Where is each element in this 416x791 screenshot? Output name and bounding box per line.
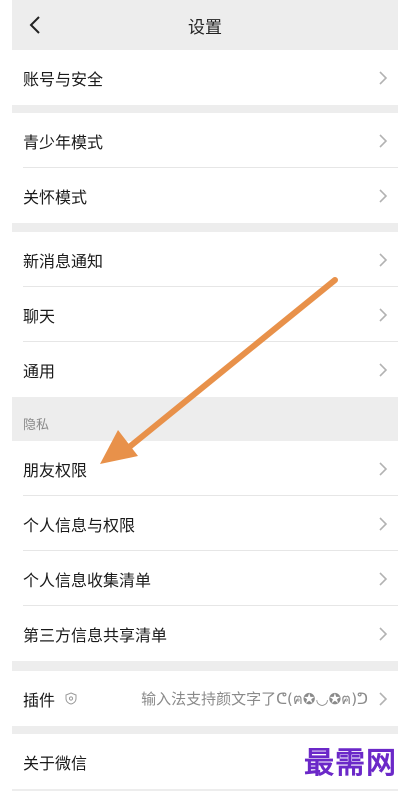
row-personal-info-permissions[interactable]: 个人信息与权限 bbox=[12, 496, 398, 551]
row-label: 第三方信息共享清单 bbox=[23, 625, 168, 645]
row-label: 新消息通知 bbox=[23, 251, 104, 271]
group-account: 账号与安全 bbox=[12, 50, 398, 105]
row-teen-mode[interactable]: 青少年模式 bbox=[12, 113, 398, 168]
chevron-right-icon bbox=[379, 571, 388, 586]
chevron-right-icon bbox=[379, 626, 388, 641]
chevron-right-icon bbox=[379, 252, 388, 267]
row-label: 聊天 bbox=[23, 306, 56, 326]
group-plugins: 插件 输入法支持颜文字了ᕦ(ฅ✪◡✪ฅ)ᕤ bbox=[12, 671, 398, 726]
row-label: 关怀模式 bbox=[23, 187, 88, 207]
row-account-security[interactable]: 账号与安全 bbox=[12, 50, 398, 105]
row-label: 关于微信 bbox=[23, 753, 88, 773]
row-label: 通用 bbox=[23, 361, 56, 381]
row-label: 朋友权限 bbox=[23, 460, 88, 480]
page-title: 设置 bbox=[188, 17, 222, 38]
row-label: 个人信息收集清单 bbox=[23, 570, 152, 590]
row-general[interactable]: 通用 bbox=[12, 342, 398, 397]
row-label: 插件 bbox=[23, 690, 56, 710]
chevron-right-icon bbox=[379, 307, 388, 322]
section-label-privacy: 隐私 bbox=[23, 418, 50, 433]
row-plugins[interactable]: 插件 输入法支持颜文字了ᕦ(ฅ✪◡✪ฅ)ᕤ bbox=[12, 671, 398, 726]
plugin-status-text: 输入法支持颜文字了ᕦ(ฅ✪◡✪ฅ)ᕤ bbox=[141, 689, 368, 708]
chevron-right-icon bbox=[379, 516, 388, 531]
chevron-right-icon bbox=[379, 691, 388, 706]
chevron-right-icon bbox=[379, 362, 388, 377]
group-general: 新消息通知 聊天 通用 bbox=[12, 232, 398, 397]
shield-icon bbox=[65, 692, 77, 705]
group-modes: 青少年模式 关怀模式 bbox=[12, 113, 398, 223]
row-third-party-sharing[interactable]: 第三方信息共享清单 bbox=[12, 606, 398, 661]
back-button[interactable] bbox=[22, 10, 48, 40]
chevron-right-icon bbox=[379, 133, 388, 148]
chevron-right-icon bbox=[379, 461, 388, 476]
settings-screen: 设置 账号与安全 青少年模式 关怀模式 新消息通知 聊天 通用 隐私 朋友权限 … bbox=[12, 0, 398, 791]
chevron-left-icon bbox=[29, 16, 40, 34]
chevron-right-icon bbox=[379, 188, 388, 203]
chevron-right-icon bbox=[379, 70, 388, 85]
row-chat[interactable]: 聊天 bbox=[12, 287, 398, 342]
row-notifications[interactable]: 新消息通知 bbox=[12, 232, 398, 287]
nav-bar: 设置 bbox=[12, 0, 398, 50]
watermark: 最需网 bbox=[304, 746, 397, 781]
row-label: 青少年模式 bbox=[23, 132, 104, 152]
row-friend-permissions[interactable]: 朋友权限 bbox=[12, 441, 398, 496]
row-personal-info-list[interactable]: 个人信息收集清单 bbox=[12, 551, 398, 606]
row-label: 个人信息与权限 bbox=[23, 515, 136, 535]
row-label: 账号与安全 bbox=[23, 69, 104, 89]
row-care-mode[interactable]: 关怀模式 bbox=[12, 168, 398, 223]
group-privacy: 朋友权限 个人信息与权限 个人信息收集清单 第三方信息共享清单 bbox=[12, 441, 398, 661]
